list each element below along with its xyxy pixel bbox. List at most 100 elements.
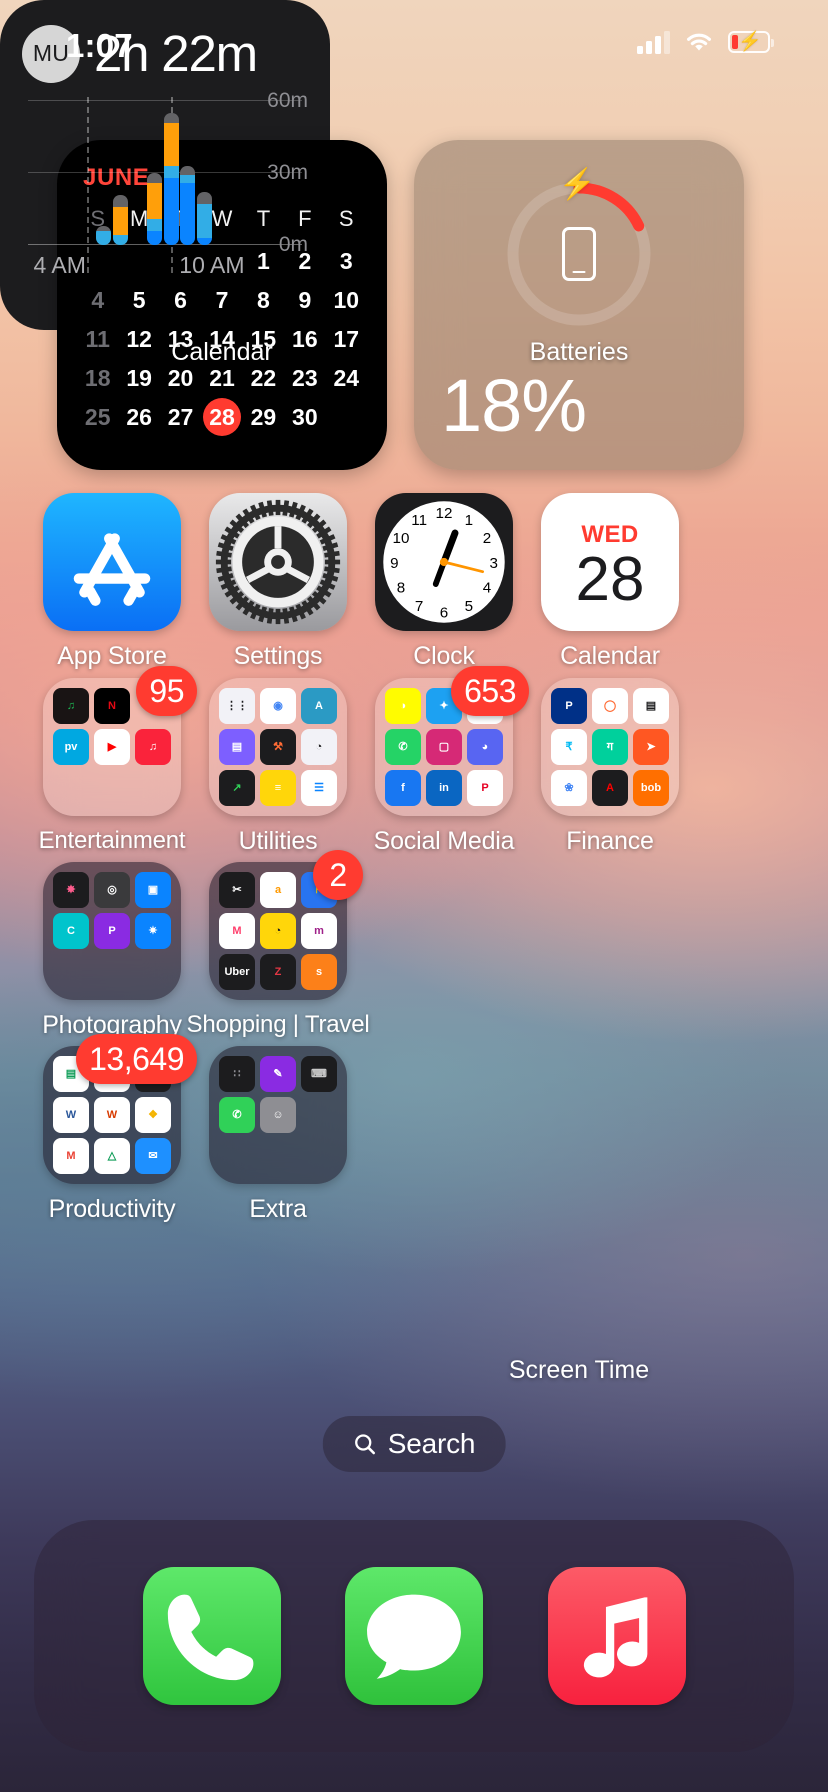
app-app-store[interactable]: App Store <box>18 493 206 671</box>
folder-mini-icon: ✆ <box>385 729 421 765</box>
svg-text:3: 3 <box>489 555 497 572</box>
folder-mini-icon: ✷ <box>135 913 171 949</box>
status-bar-indicators: ⚡ <box>637 30 770 54</box>
svg-text:7: 7 <box>415 598 423 615</box>
clock-icon[interactable]: 123456789101112 <box>375 493 513 631</box>
chart-bar <box>147 173 162 245</box>
folder-mini-icon: ◯ <box>592 688 628 724</box>
settings-gear-icon[interactable] <box>209 493 347 631</box>
screen-time-chart: 60m30m0m 4 AM10 AM <box>22 101 308 279</box>
dock-phone[interactable] <box>143 1567 281 1705</box>
chart-bar-segment <box>164 123 179 166</box>
folder-shopping-travel[interactable]: ✂a⚑M◔mUberZs2Shopping | Travel <box>184 862 372 1039</box>
chart-y-tick-label: 30m <box>267 161 308 185</box>
folder-mini-icon: s <box>301 954 337 990</box>
app-settings-gear[interactable]: Settings <box>184 493 372 671</box>
folder-icon[interactable]: ⋮⋮◉A▤⚒◔↗≡☰ <box>209 678 347 816</box>
folder-mini-icon: ✉ <box>135 1138 171 1174</box>
calendar-day: 5 <box>118 285 159 315</box>
battery-percent: 18% <box>441 363 586 448</box>
folder-mini-icon: ✂ <box>219 872 255 908</box>
folder-mini-icon: ग <box>592 729 628 765</box>
dock-messages[interactable] <box>345 1567 483 1705</box>
app-calendar[interactable]: WED28Calendar <box>516 493 704 671</box>
search-button[interactable]: Search <box>323 1416 506 1472</box>
chart-bar-segment <box>197 238 212 245</box>
svg-text:6: 6 <box>440 604 448 621</box>
folder-label: Entertainment <box>18 827 206 855</box>
app-clock[interactable]: 123456789101112Clock <box>350 493 538 671</box>
chart-bar-segment <box>147 183 162 219</box>
folder-utilities[interactable]: ⋮⋮◉A▤⚒◔↗≡☰Utilities <box>184 678 372 856</box>
folder-mini-icon: ☰ <box>301 770 337 806</box>
folder-mini-icon: Uber <box>219 954 255 990</box>
folder-icon[interactable]: ∷✎⌨✆☺ <box>209 1046 347 1184</box>
calendar-day: 22 <box>243 363 284 393</box>
folder-mini-icon: ⌨ <box>301 1056 337 1092</box>
chart-bar-segment <box>164 113 179 123</box>
iphone-icon <box>562 227 596 281</box>
chart-bars <box>28 101 230 245</box>
folder-mini-icon: ✆ <box>219 1097 255 1133</box>
search-label: Search <box>388 1428 476 1460</box>
folder-mini-icon: ◔ <box>301 729 337 765</box>
widget-batteries[interactable]: ⚡ 18% <box>414 140 744 470</box>
battery-ring: ⚡ <box>503 178 655 330</box>
calendar-day: 26 <box>118 402 159 440</box>
chart-bar-segment <box>197 204 212 238</box>
chart-bar-segment <box>180 175 195 182</box>
folder-mini-icon: N <box>94 688 130 724</box>
chart-bar-segment <box>164 166 179 178</box>
folder-finance[interactable]: P◯▤₹ग➤❀AbobFinance <box>516 678 704 856</box>
chart-bar-segment <box>180 166 195 176</box>
dock-music[interactable] <box>548 1567 686 1705</box>
chart-x-tick-label: 10 AM <box>179 252 244 279</box>
calendar-day: 21 <box>201 363 242 393</box>
folder-mini-icon: ❀ <box>551 770 587 806</box>
folder-photography[interactable]: ✸◎▣CP✷Photography <box>18 862 206 1040</box>
svg-text:8: 8 <box>397 580 405 597</box>
calendar-icon[interactable]: WED28 <box>541 493 679 631</box>
folder-mini-icon: bob <box>633 770 669 806</box>
dock <box>34 1520 794 1752</box>
chart-bar-segment <box>180 183 195 245</box>
folder-social-media[interactable]: ◑✦➤✆▢◕finP653Social Media <box>350 678 538 856</box>
folder-mini-icon: A <box>592 770 628 806</box>
folder-extra[interactable]: ∷✎⌨✆☺Extra <box>184 1046 372 1224</box>
chart-bar-segment <box>147 173 162 183</box>
calendar-day: 29 <box>243 402 284 440</box>
calendar-day: 8 <box>243 285 284 315</box>
folder-mini-icon: ❖ <box>135 1097 171 1133</box>
folder-mini-icon: ↗ <box>219 770 255 806</box>
folder-mini-icon: M <box>53 1138 89 1174</box>
folder-mini-icon: in <box>426 770 462 806</box>
svg-text:1: 1 <box>465 512 473 529</box>
chart-bar <box>164 113 179 245</box>
app-label: Settings <box>184 642 372 671</box>
calendar-day: 4 <box>77 285 118 315</box>
widget-batteries-label: Batteries <box>414 338 744 367</box>
folder-icon[interactable]: P◯▤₹ग➤❀Abob <box>541 678 679 816</box>
calendar-day: 10 <box>326 285 367 315</box>
folder-label: Shopping | Travel <box>184 1011 372 1039</box>
calendar-day: 30 <box>284 402 325 440</box>
app-store-icon[interactable] <box>43 493 181 631</box>
folder-label: Productivity <box>18 1195 206 1224</box>
folder-mini-icon: C <box>53 913 89 949</box>
folder-icon[interactable]: ✸◎▣CP✷ <box>43 862 181 1000</box>
folder-mini-icon: ≡ <box>260 770 296 806</box>
badge-count: 13,649 <box>76 1034 197 1084</box>
status-bar-time: 1:07 <box>66 27 133 65</box>
folder-entertainment[interactable]: ♫ND+pv▶♫95Entertainment <box>18 678 206 855</box>
chart-bar-segment <box>113 207 128 236</box>
home-screen: 1:07 ⚡ JUNE SMTWTFS123456789101112131415… <box>0 0 828 1792</box>
chart-bar-segment <box>96 231 111 245</box>
svg-text:9: 9 <box>390 555 398 572</box>
folder-mini-icon: ✸ <box>53 872 89 908</box>
folder-mini-icon: ▢ <box>426 729 462 765</box>
chart-bar-segment <box>147 231 162 245</box>
folder-mini-icon: ◔ <box>260 913 296 949</box>
chart-y-tick-label: 60m <box>267 89 308 113</box>
chart-bar-segment <box>147 219 162 231</box>
folder-productivity[interactable]: ▤≡☷WW❖M△✉13,649Productivity <box>18 1046 206 1224</box>
